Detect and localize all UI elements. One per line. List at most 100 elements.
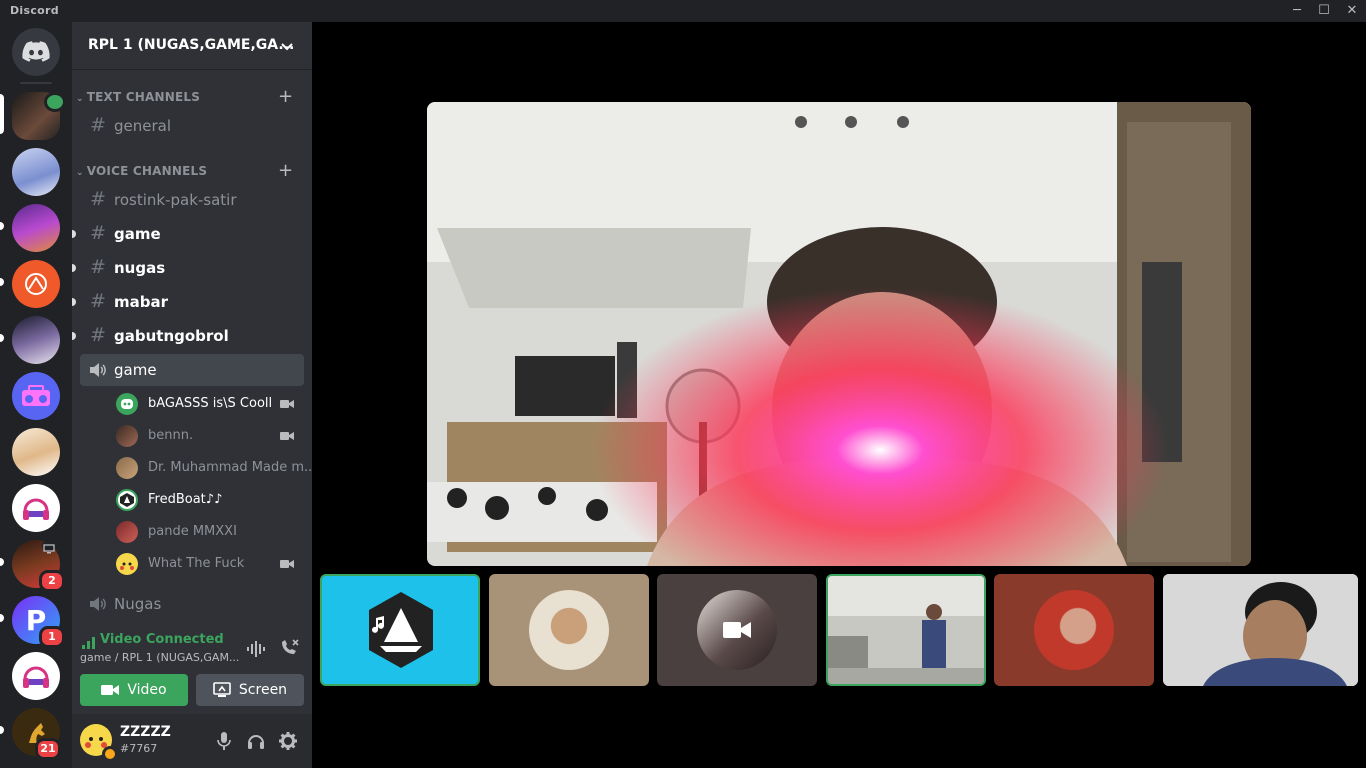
video-grid — [312, 22, 1366, 768]
close-button[interactable]: ✕ — [1338, 0, 1366, 22]
video-tile-user[interactable] — [489, 574, 649, 686]
voice-user[interactable]: bennn. — [116, 420, 304, 452]
voice-username: FredBoat♪♪ — [148, 492, 223, 507]
disconnect-icon[interactable] — [278, 638, 300, 662]
add-channel-icon[interactable]: + — [278, 160, 293, 181]
avatar — [116, 489, 138, 511]
voice-status-subtitle[interactable]: game / RPL 1 (NUGAS,GAM... — [80, 651, 239, 664]
channel-sidebar: RPL 1 (NUGAS,GAME,GA... ⌄ TEXT CHANNELS +… — [72, 22, 316, 768]
voice-user[interactable]: FredBoat♪♪ — [116, 484, 304, 516]
category-label: VOICE CHANNELS — [86, 164, 208, 178]
voice-username: bAGASSS is\S Cooll — [148, 396, 273, 411]
server-list: 2 P 1 21 — [0, 22, 72, 768]
channel-general[interactable]: # general — [80, 110, 304, 142]
voice-user[interactable]: What The Fuck — [116, 548, 304, 580]
discord-logo-icon — [12, 28, 60, 76]
video-tile-user[interactable] — [1163, 574, 1358, 686]
channel-name: mabar — [114, 293, 169, 311]
voice-channel-game[interactable]: game — [80, 354, 304, 386]
hash-icon: # — [90, 256, 106, 278]
voice-connection-panel: Video Connected game / RPL 1 (NUGAS,GAM.… — [72, 624, 312, 715]
category-voice-channels[interactable]: ⌄ VOICE CHANNELS + — [76, 160, 293, 181]
webcam-frame — [1163, 574, 1358, 686]
focused-video-stream[interactable] — [427, 102, 1251, 566]
unread-indicator — [72, 332, 76, 340]
video-tile-user-speaking[interactable] — [826, 574, 986, 686]
server-header[interactable]: RPL 1 (NUGAS,GAME,GA... — [72, 22, 312, 70]
maximize-button[interactable]: ☐ — [1310, 0, 1338, 22]
voice-status-title[interactable]: Video Connected — [100, 632, 224, 647]
category-text-channels[interactable]: ⌄ TEXT CHANNELS + — [76, 86, 293, 107]
voice-user[interactable]: Dr. Muhammad Made m... — [116, 452, 316, 484]
category-label: TEXT CHANNELS — [86, 90, 201, 104]
avatar — [116, 425, 138, 447]
webcam-frame — [427, 102, 1251, 566]
server-name: RPL 1 (NUGAS,GAME,GA... — [88, 37, 295, 53]
avatar — [116, 553, 138, 575]
hash-icon: # — [90, 324, 106, 346]
video-tile-user[interactable] — [994, 574, 1154, 686]
hash-icon: # — [90, 114, 106, 136]
arch-logo-icon — [12, 260, 60, 308]
camera-icon — [280, 432, 294, 440]
voice-username: What The Fuck — [148, 556, 245, 571]
noise-suppression-icon[interactable] — [246, 640, 266, 662]
avatar — [116, 457, 138, 479]
unread-indicator — [72, 264, 76, 272]
speaker-icon — [89, 596, 107, 616]
server-icon-11[interactable] — [12, 652, 60, 700]
server-icon-3[interactable] — [12, 204, 60, 252]
thread-hash-icon: # — [90, 222, 106, 244]
user-panel: ZZZZZ #7767 — [72, 714, 312, 768]
server-icon-4[interactable] — [12, 260, 60, 308]
unread-indicator — [0, 278, 4, 286]
headphones-icon[interactable] — [246, 731, 266, 755]
music-headphones-icon — [12, 652, 60, 700]
camera-icon — [280, 560, 294, 568]
server-icon-2[interactable] — [12, 148, 60, 196]
unread-indicator — [72, 298, 76, 306]
app-title: Discord — [10, 4, 59, 17]
video-tile-fredboat[interactable] — [320, 574, 480, 686]
channel-nugas[interactable]: # nugas — [72, 252, 304, 284]
server-icon-6[interactable] — [12, 372, 60, 420]
microphone-icon[interactable] — [216, 731, 232, 755]
video-indicator-icon — [44, 92, 66, 112]
music-headphones-icon — [12, 484, 60, 532]
webcam-frame — [828, 576, 984, 684]
voice-user[interactable]: pande MMXXI — [116, 516, 304, 548]
gear-icon[interactable] — [278, 731, 298, 755]
server-icon-7[interactable] — [12, 428, 60, 476]
channel-gabutngobrol[interactable]: # gabutngobrol — [72, 320, 304, 352]
avatar — [529, 590, 609, 670]
server-icon-8[interactable] — [12, 484, 60, 532]
video-tile-user[interactable] — [657, 574, 817, 686]
camera-icon — [101, 685, 120, 695]
home-button[interactable] — [12, 28, 60, 76]
mention-badge: 1 — [39, 626, 65, 648]
username: ZZZZZ — [120, 724, 171, 740]
minimize-button[interactable]: ─ — [1283, 0, 1311, 22]
add-channel-icon[interactable]: + — [278, 86, 293, 107]
channel-name: game — [114, 225, 161, 243]
avatar — [116, 521, 138, 543]
speaker-icon — [89, 362, 107, 382]
channel-mabar[interactable]: # mabar — [72, 286, 304, 318]
unread-indicator — [0, 614, 4, 622]
channel-name: general — [114, 117, 172, 135]
channel-name: gabutngobrol — [114, 327, 229, 345]
channel-game[interactable]: # game — [72, 218, 304, 250]
server-icon-5[interactable] — [12, 316, 60, 364]
channel-rostink-pak-satir[interactable]: # rostink-pak-satir — [80, 184, 304, 216]
unread-indicator — [72, 230, 76, 238]
voice-user[interactable]: bAGASSS is\S Cooll — [116, 388, 304, 420]
video-button[interactable]: Video — [80, 674, 188, 706]
voice-channel-nugas[interactable]: Nugas — [80, 588, 304, 620]
hash-icon: # — [90, 290, 106, 312]
unread-indicator — [0, 726, 4, 734]
channel-name: game — [114, 361, 157, 379]
screen-share-button[interactable]: Screen — [196, 674, 304, 706]
screen-button-label: Screen — [238, 682, 288, 698]
channel-name: rostink-pak-satir — [114, 191, 237, 209]
screen-share-icon — [42, 540, 56, 554]
